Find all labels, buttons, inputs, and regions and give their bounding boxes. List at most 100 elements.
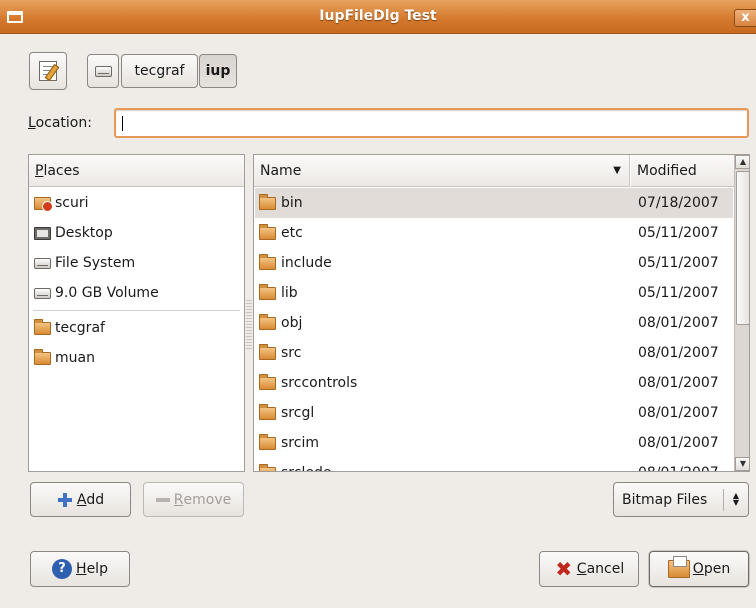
path-root-button[interactable] [87, 54, 119, 88]
files-panel: Name ▼ Modified bin 07/18/2007 etc 05/11/20… [253, 154, 750, 472]
file-name-label: bin [281, 195, 303, 211]
scroll-up-arrow-icon[interactable]: ▲ [735, 155, 749, 169]
folder-icon [259, 283, 276, 300]
cancel-button[interactable]: ✖ Cancel [539, 551, 639, 587]
file-name-label: obj [281, 315, 303, 331]
places-item[interactable]: File System [30, 248, 241, 278]
file-filter-value: Bitmap Files [622, 491, 708, 508]
plus-icon [57, 492, 73, 508]
file-row[interactable]: lib 05/11/2007 [255, 278, 733, 308]
file-name-label: srcgl [281, 405, 315, 421]
file-row[interactable]: obj 08/01/2007 [255, 308, 733, 338]
file-name-cell: etc [259, 223, 303, 241]
path-segment-label: iup [205, 63, 231, 79]
file-modified-cell: 07/18/2007 [638, 195, 719, 211]
file-row[interactable]: bin 07/18/2007 [255, 188, 733, 218]
places-item[interactable]: 9.0 GB Volume [30, 278, 241, 308]
file-row[interactable]: src 08/01/2007 [255, 338, 733, 368]
file-modified-cell: 08/01/2007 [638, 405, 719, 421]
path-segment-label: tecgraf [134, 63, 185, 79]
file-row[interactable]: srcim 08/01/2007 [255, 428, 733, 458]
drive-icon [34, 257, 51, 269]
file-modified-cell: 05/11/2007 [638, 285, 719, 301]
cancel-icon: ✖ [555, 557, 573, 581]
close-button[interactable]: x [734, 9, 756, 27]
updown-arrows-icon: ▲ ▼ [732, 491, 740, 507]
places-item[interactable]: scuri [30, 188, 241, 218]
file-name-cell: include [259, 253, 332, 271]
scroll-down-arrow-icon[interactable]: ▼ [735, 457, 749, 471]
file-modified-cell: 08/01/2007 [638, 435, 719, 451]
pane-splitter[interactable] [246, 300, 252, 350]
file-modified-cell: 05/11/2007 [638, 225, 719, 241]
location-label: Location: [28, 115, 92, 131]
window-title: IupFileDlg Test [319, 8, 437, 24]
file-modified-cell: 08/01/2007 [638, 375, 719, 391]
file-name-label: etc [281, 225, 303, 241]
folder-icon [259, 253, 276, 270]
places-header[interactable]: Places [29, 155, 244, 187]
edit-location-button[interactable] [29, 52, 67, 90]
file-modified-cell: 08/01/2007 [638, 315, 719, 331]
help-icon: ? [52, 559, 73, 579]
file-filter-select[interactable]: Bitmap Files ▲ ▼ [613, 482, 749, 517]
help-button[interactable]: ? Help [30, 551, 130, 587]
file-name-cell: bin [259, 193, 303, 211]
open-folder-icon [667, 556, 690, 578]
folder-icon [259, 193, 276, 210]
folder-icon [259, 343, 276, 360]
file-name-cell: src [259, 343, 302, 361]
location-input[interactable] [114, 108, 749, 138]
file-modified-cell: 08/01/2007 [638, 465, 719, 471]
folder-icon [259, 403, 276, 420]
add-button[interactable]: Add [30, 482, 131, 517]
sort-descending-icon: ▼ [613, 165, 621, 176]
path-segment-tecgraf[interactable]: tecgraf [121, 54, 198, 88]
text-caret [122, 116, 123, 131]
file-modified-cell: 08/01/2007 [638, 345, 719, 361]
places-separator [33, 310, 240, 311]
file-row[interactable]: include 05/11/2007 [255, 248, 733, 278]
file-name-label: src [281, 345, 302, 361]
file-row[interactable]: srccontrols 08/01/2007 [255, 368, 733, 398]
file-name-cell: srcgl [259, 403, 315, 421]
folder-icon [259, 223, 276, 240]
file-modified-cell: 05/11/2007 [638, 255, 719, 271]
title-bar: IupFileDlg Test x [0, 0, 756, 34]
folder-icon [259, 373, 276, 390]
files-scrollbar[interactable]: ▲ ▼ [734, 155, 749, 471]
edit-icon [39, 61, 57, 81]
remove-button[interactable]: Remove [143, 482, 244, 517]
places-panel: Places scuri Desktop File System 9.0 GB … [28, 154, 245, 472]
folder-icon [34, 318, 51, 335]
file-name-cell: lib [259, 283, 298, 301]
drive-icon [94, 65, 112, 77]
file-name-label: lib [281, 285, 298, 301]
file-name-label: srcim [281, 435, 319, 451]
home-folder-icon [34, 196, 53, 212]
scroll-thumb[interactable] [736, 171, 749, 325]
folder-icon [259, 463, 276, 471]
file-row[interactable]: etc 05/11/2007 [255, 218, 733, 248]
places-item[interactable]: Desktop [30, 218, 241, 248]
drive-icon [34, 287, 51, 299]
file-name-cell: srcim [259, 433, 319, 451]
file-row[interactable]: srcgl 08/01/2007 [255, 398, 733, 428]
file-name-label: include [281, 255, 332, 271]
file-name-label: srclede [281, 465, 331, 471]
file-name-cell: srclede [259, 463, 331, 471]
name-column-header[interactable]: Name ▼ [254, 155, 630, 187]
open-button[interactable]: Open [649, 551, 749, 587]
places-item[interactable]: muan [30, 343, 241, 373]
folder-icon [34, 348, 51, 365]
file-name-cell: srccontrols [259, 373, 358, 391]
select-divider [723, 489, 724, 511]
file-name-label: srccontrols [281, 375, 358, 391]
places-item[interactable]: tecgraf [30, 313, 241, 343]
minus-icon [155, 497, 170, 502]
file-row[interactable]: srclede 08/01/2007 [255, 458, 733, 471]
folder-icon [259, 433, 276, 450]
desktop-icon [34, 226, 51, 240]
modified-column-header[interactable]: Modified [631, 155, 734, 187]
path-segment-iup[interactable]: iup [199, 54, 237, 88]
